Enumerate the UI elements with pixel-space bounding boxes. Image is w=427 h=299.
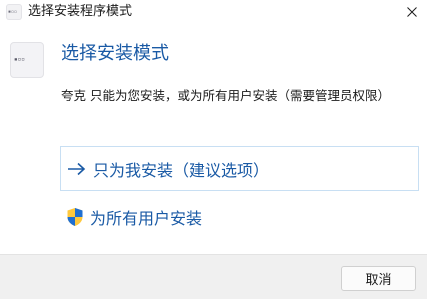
close-icon bbox=[407, 7, 417, 17]
window-title: 选择安装程序模式 bbox=[28, 4, 133, 19]
description-text: 夸克 只能为您安装，或为所有用户安装（需要管理员权限） bbox=[61, 88, 390, 103]
page-title: 选择安装模式 bbox=[61, 43, 169, 64]
dialog-footer: 取消 bbox=[0, 254, 427, 299]
arrow-right-icon bbox=[67, 158, 89, 180]
install-for-all-label: 为所有用户安装 bbox=[90, 209, 203, 228]
title-bar[interactable]: ▪▫▫ 选择安装程序模式 bbox=[0, 0, 427, 24]
cancel-button[interactable]: 取消 bbox=[341, 266, 416, 291]
install-for-me-option[interactable]: 只为我安装（建议选项） bbox=[60, 146, 419, 191]
uac-shield-icon bbox=[66, 206, 86, 228]
installer-icon: ▪▫▫ bbox=[10, 42, 44, 78]
close-button[interactable] bbox=[397, 0, 427, 24]
install-for-me-label: 只为我安装（建议选项） bbox=[93, 160, 270, 180]
app-icon: ▪▫▫ bbox=[6, 4, 22, 20]
installer-mode-dialog: ▪▫▫ 选择安装程序模式 ▪▫▫ 选择安装模式 夸克 只能为您安装，或为所有用户… bbox=[0, 0, 427, 299]
install-for-all-users-option[interactable]: 为所有用户安装 bbox=[60, 200, 419, 234]
